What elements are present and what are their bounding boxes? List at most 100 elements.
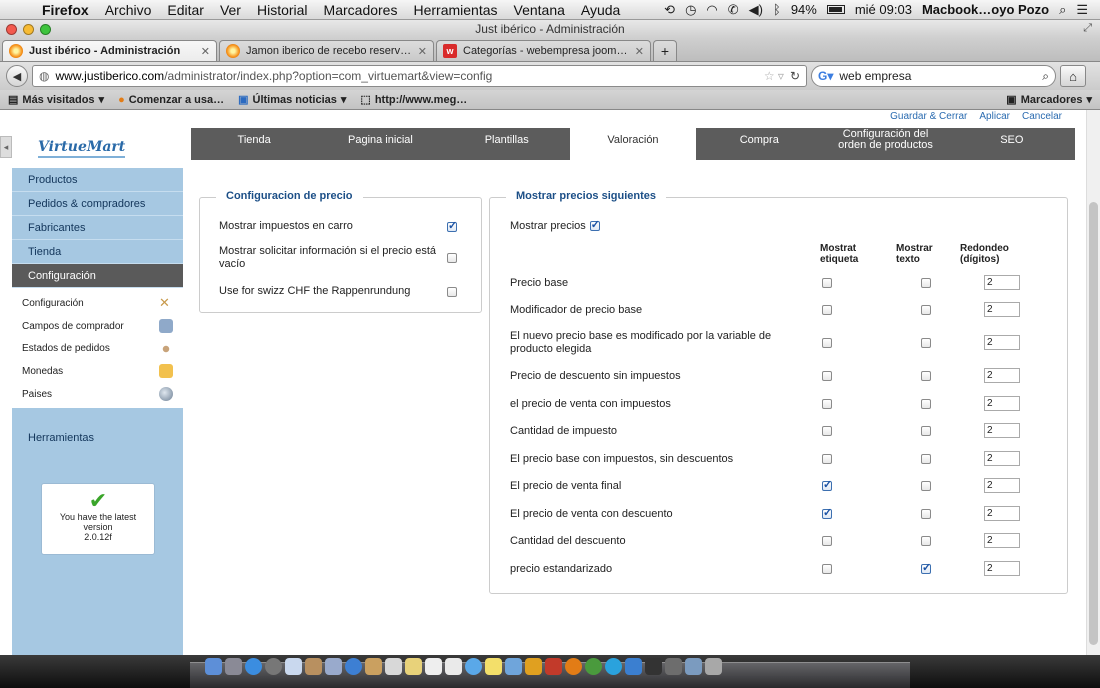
show-label-checkbox[interactable] <box>822 426 832 436</box>
rounding-input[interactable]: 2 <box>984 302 1020 317</box>
menu-herramientas[interactable]: Herramientas <box>405 2 505 18</box>
url-bar[interactable]: ◍ www.justiberico.com/administrator/inde… <box>32 65 807 87</box>
show-text-checkbox[interactable] <box>921 305 931 315</box>
show-text-checkbox[interactable] <box>921 509 931 519</box>
search-icon[interactable]: ⌕ <box>1042 69 1049 84</box>
show-text-checkbox[interactable] <box>921 536 931 546</box>
subnav-item-paises[interactable]: Paises <box>12 383 183 406</box>
show-taxes-in-cart-checkbox[interactable] <box>447 219 457 232</box>
browser-tab-admin[interactable]: Just ibérico - Administración ✕ <box>2 40 217 61</box>
reload-icon[interactable]: ↻ <box>790 69 800 83</box>
bookmark-comenzar[interactable]: ● Comenzar a usa… <box>118 94 224 106</box>
tab-plantillas[interactable]: Plantillas <box>444 128 570 160</box>
launchpad-icon[interactable] <box>225 658 242 675</box>
preview-icon[interactable] <box>385 658 402 675</box>
minimize-window-button[interactable] <box>23 23 34 35</box>
show-label-checkbox[interactable] <box>822 564 832 574</box>
downloads-icon[interactable] <box>685 658 702 675</box>
page-scrollbar[interactable] <box>1086 110 1100 655</box>
rounding-input[interactable]: 2 <box>984 478 1020 493</box>
rounding-input[interactable]: 2 <box>984 368 1020 383</box>
subnav-item-monedas[interactable]: Monedas <box>12 360 183 383</box>
photos-icon[interactable] <box>325 658 342 675</box>
show-label-checkbox[interactable] <box>822 536 832 546</box>
new-tab-button[interactable]: + <box>653 40 677 61</box>
apply-button[interactable]: Aplicar <box>979 111 1010 122</box>
tab-compra[interactable]: Compra <box>696 128 822 160</box>
volume-icon[interactable]: ◀) <box>749 2 763 18</box>
show-text-checkbox[interactable] <box>921 399 931 409</box>
notification-list-icon[interactable]: ☰ <box>1076 2 1088 18</box>
subnav-item-estados[interactable]: Estados de pedidos <box>12 337 183 360</box>
mail-icon[interactable] <box>285 658 302 675</box>
tab-seo[interactable]: SEO <box>949 128 1075 160</box>
show-label-checkbox[interactable] <box>822 278 832 288</box>
close-window-button[interactable] <box>6 23 17 35</box>
close-tab-icon[interactable]: ✕ <box>635 45 644 58</box>
rounding-input[interactable]: 2 <box>984 451 1020 466</box>
tab-valoracion[interactable]: Valoración <box>569 128 697 160</box>
show-text-checkbox[interactable] <box>921 338 931 348</box>
guitar-icon[interactable] <box>365 658 382 675</box>
menu-marcadores[interactable]: Marcadores <box>316 2 406 18</box>
sidebar-item-productos[interactable]: Productos <box>12 168 183 192</box>
chrome-icon[interactable] <box>585 658 602 675</box>
trash-icon[interactable] <box>705 658 722 675</box>
show-label-checkbox[interactable] <box>822 338 832 348</box>
clock-status-icon[interactable]: ◷ <box>685 2 696 18</box>
show-text-checkbox[interactable] <box>921 481 931 491</box>
close-tab-icon[interactable]: ✕ <box>201 45 210 58</box>
folder-icon[interactable] <box>505 658 522 675</box>
show-label-checkbox[interactable] <box>822 371 832 381</box>
spotlight-search-icon[interactable]: ⌕ <box>1059 2 1066 18</box>
terminal-icon[interactable] <box>645 658 662 675</box>
show-text-checkbox[interactable] <box>921 278 931 288</box>
ask-price-if-empty-checkbox[interactable] <box>447 253 457 263</box>
filezilla-icon[interactable] <box>545 658 562 675</box>
rounding-input[interactable]: 2 <box>984 335 1020 350</box>
virtuemart-logo[interactable]: VirtueMart <box>12 128 183 168</box>
show-text-checkbox[interactable] <box>921 371 931 381</box>
rounding-input[interactable]: 2 <box>984 275 1020 290</box>
bookmarks-menu[interactable]: ▣ Marcadores ▾ <box>1006 93 1092 107</box>
textedit-icon[interactable] <box>445 658 462 675</box>
show-text-checkbox[interactable] <box>921 426 931 436</box>
show-text-checkbox[interactable] <box>921 454 931 464</box>
menu-ventana[interactable]: Ventana <box>506 2 573 18</box>
xcode-icon[interactable] <box>525 658 542 675</box>
finder-icon[interactable] <box>205 658 222 675</box>
sidebar-item-herramientas[interactable]: Herramientas <box>12 424 183 452</box>
sidebar-item-tienda[interactable]: Tienda <box>12 240 183 264</box>
show-text-checkbox[interactable] <box>921 561 931 574</box>
url-text[interactable]: www.justiberico.com/administrator/index.… <box>55 69 757 83</box>
rappenrundung-checkbox[interactable] <box>447 286 457 297</box>
itunes-icon[interactable] <box>345 658 362 675</box>
menu-editar[interactable]: Editar <box>159 2 212 18</box>
notes-icon[interactable] <box>405 658 422 675</box>
menu-archivo[interactable]: Archivo <box>97 2 160 18</box>
menu-clock[interactable]: mié 09:03 <box>855 2 912 17</box>
sync-icon[interactable]: ⟲ <box>664 2 675 18</box>
phone-icon[interactable]: ✆ <box>728 2 739 18</box>
safari-icon[interactable] <box>245 658 262 675</box>
search-bar[interactable]: G▾ web empresa ⌕ <box>811 65 1056 87</box>
zoom-window-button[interactable] <box>40 23 51 35</box>
google-icon[interactable]: G▾ <box>818 69 833 83</box>
menu-historial[interactable]: Historial <box>249 2 316 18</box>
close-tab-icon[interactable]: ✕ <box>418 45 427 58</box>
tab-tienda[interactable]: Tienda <box>191 128 317 160</box>
contacts-icon[interactable] <box>305 658 322 675</box>
tab-pagina-inicial[interactable]: Pagina inicial <box>317 128 443 160</box>
fullscreen-icon[interactable]: ⤢ <box>1083 22 1092 35</box>
firefox-icon[interactable] <box>565 658 582 675</box>
show-label-checkbox[interactable] <box>822 478 832 491</box>
rounding-input[interactable]: 2 <box>984 561 1020 576</box>
subnav-item-configuracion[interactable]: Configuración ✕ <box>12 292 183 315</box>
sidebar-item-fabricantes[interactable]: Fabricantes <box>12 216 183 240</box>
browser-tab-jamon[interactable]: Jamon iberico de recebo reserv… ✕ <box>219 40 434 61</box>
battery-icon[interactable] <box>826 5 845 14</box>
browser-tab-categorias[interactable]: w Categorías - webempresa joom… ✕ <box>436 40 651 61</box>
rounding-input[interactable]: 2 <box>984 506 1020 521</box>
system-prefs-icon[interactable] <box>265 658 282 675</box>
bluetooth-icon[interactable]: ᛒ <box>773 2 781 17</box>
